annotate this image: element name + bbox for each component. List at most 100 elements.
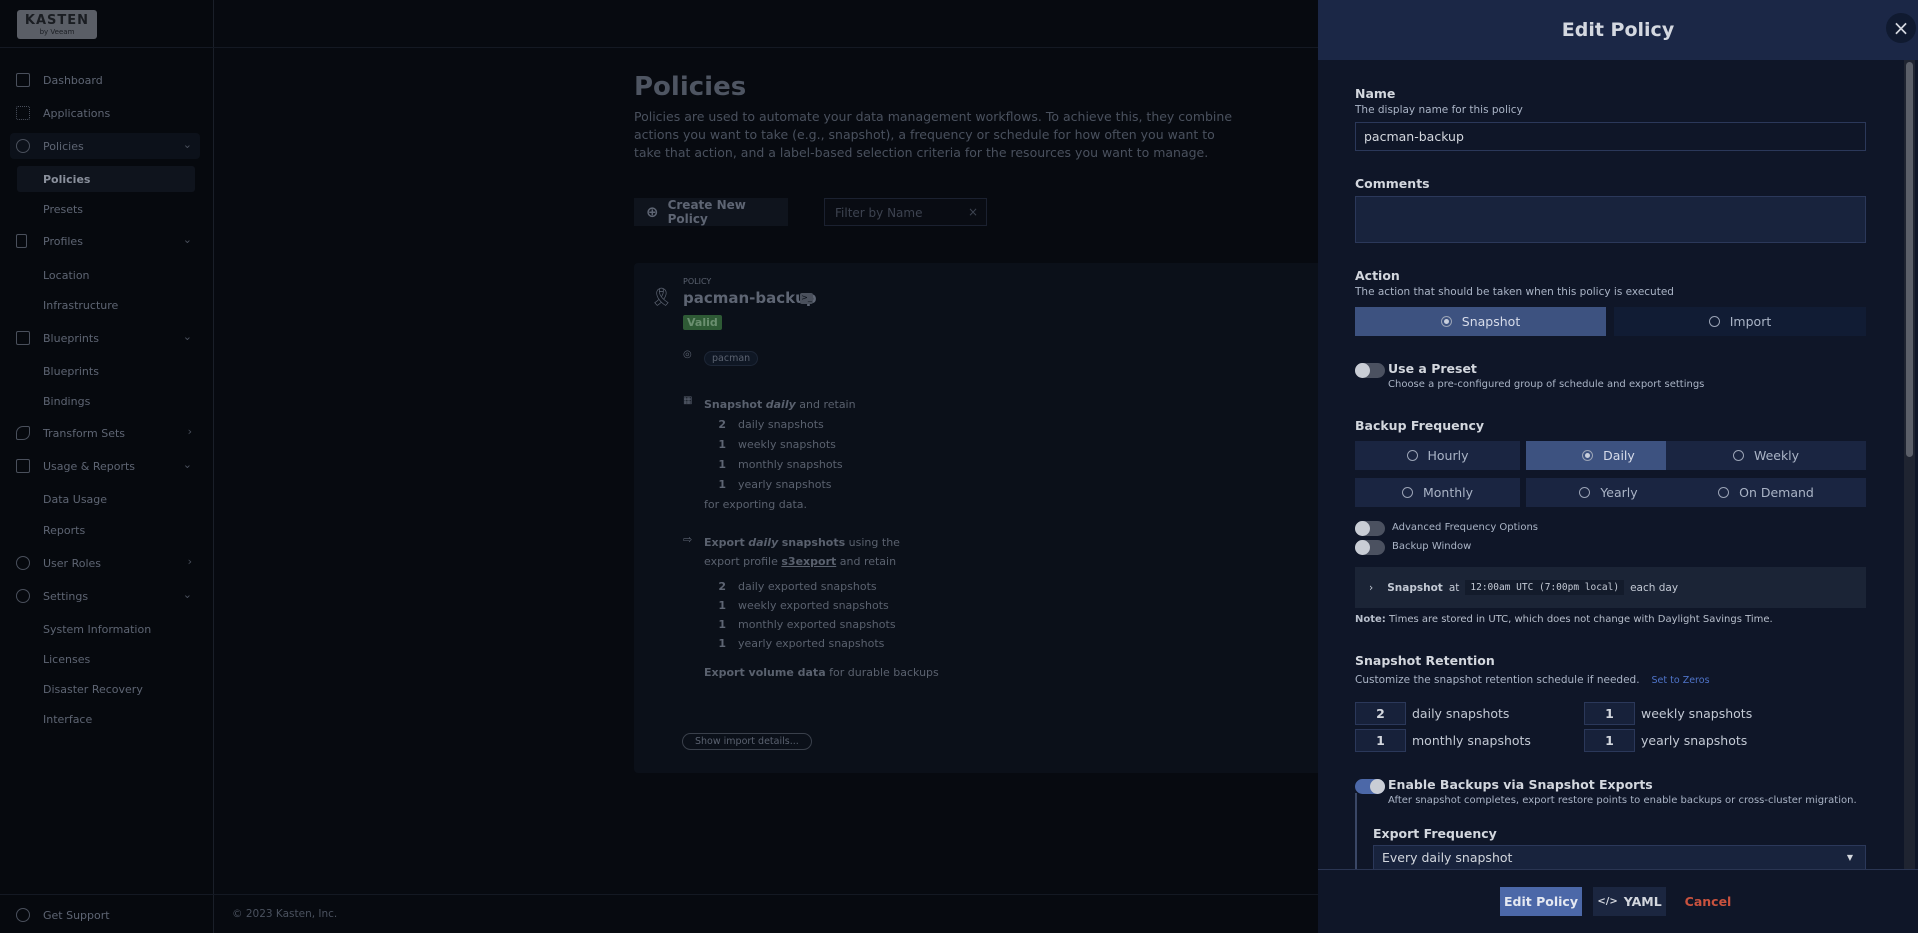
retention-row: 2 daily snapshots — [704, 415, 856, 435]
close-icon[interactable]: × — [1886, 13, 1916, 43]
radio-icon — [1579, 487, 1591, 498]
frequency-label: Daily — [1603, 448, 1635, 463]
sidebar-item-policies[interactable]: Policies ⌄ — [10, 133, 200, 159]
radio-icon — [1401, 487, 1413, 498]
map-icon — [16, 331, 30, 345]
action-snapshot[interactable]: Snapshot — [1355, 307, 1606, 336]
retention-count: 1 — [718, 599, 726, 612]
comments-textarea[interactable] — [1355, 196, 1866, 243]
schedule-each-day: each day — [1630, 581, 1679, 594]
bar-chart-icon — [16, 459, 30, 473]
retention-row: 1 monthly exported snapshots — [704, 615, 939, 634]
plus-circle-icon: ⊕ — [646, 203, 659, 221]
retention-label: monthly snapshots — [738, 458, 843, 471]
get-support-link[interactable]: Get Support — [10, 902, 200, 928]
backup-window-toggle[interactable] — [1355, 540, 1385, 555]
award-icon: 🎗 — [650, 287, 673, 308]
sidebar-item-blueprints[interactable]: Blueprints ⌄ — [10, 325, 200, 351]
sidebar-item-applications[interactable]: Applications — [10, 100, 200, 126]
preset-desc: Choose a pre-configured group of schedul… — [1388, 379, 1705, 390]
frequency-label: Weekly — [1753, 448, 1800, 463]
create-policy-button[interactable]: ⊕ Create New Policy — [634, 198, 788, 226]
retention-input[interactable]: 1 — [1355, 729, 1406, 752]
sidebar-subitem-blueprints[interactable]: Blueprints — [17, 358, 195, 384]
cancel-button[interactable]: Cancel — [1678, 887, 1738, 916]
name-label: Name — [1355, 86, 1396, 101]
sidebar-subitem-disaster-recovery[interactable]: Disaster Recovery — [17, 676, 195, 702]
filter-input[interactable]: Filter by Name × — [824, 198, 987, 226]
dashboard-icon — [16, 73, 30, 87]
yaml-button[interactable]: </> YAML — [1593, 887, 1666, 916]
sidebar-subitem-location[interactable]: Location — [17, 262, 195, 288]
retention-input-label: daily snapshots — [1412, 706, 1510, 721]
scrollbar-thumb[interactable] — [1906, 62, 1913, 457]
sidebar-subitem-reports[interactable]: Reports — [17, 517, 195, 543]
retention-label: yearly snapshots — [738, 478, 832, 491]
schedule-time: 12:00am UTC (7:00pm local) — [1465, 580, 1625, 595]
policy-card: 🎗 POLICY pacman-backup >_ Valid ◎ pacman… — [634, 263, 1318, 773]
sidebar-item-transform-sets[interactable]: Transform Sets › — [10, 420, 200, 446]
name-input[interactable]: pacman-backup — [1355, 122, 1866, 151]
sidebar-subitem-licenses[interactable]: Licenses — [17, 646, 195, 672]
calendar-icon: ▦ — [683, 395, 693, 406]
drawer-title: Edit Policy — [1318, 0, 1918, 60]
retention-input[interactable]: 1 — [1584, 729, 1635, 752]
retention-count: 1 — [718, 478, 726, 491]
schedule-summary[interactable]: › Snapshot at 12:00am UTC (7:00pm local) … — [1355, 567, 1866, 608]
export-frequency: daily — [748, 536, 779, 549]
export-frequency-select[interactable]: Every daily snapshot ▼ — [1373, 845, 1866, 869]
frequency-option-hourly[interactable]: Hourly — [1355, 441, 1520, 470]
retention-row: 1 weekly snapshots — [704, 435, 856, 455]
sidebar-item-dashboard[interactable]: Dashboard — [10, 67, 200, 93]
sidebar-subitem-system-information[interactable]: System Information — [17, 616, 195, 642]
frequency-option-weekly[interactable]: Weekly — [1666, 441, 1866, 470]
snapshot-frequency: daily — [765, 398, 796, 411]
clear-icon[interactable]: × — [968, 205, 978, 219]
use-preset-toggle[interactable] — [1355, 363, 1385, 378]
sidebar-subitem-presets[interactable]: Presets — [17, 196, 195, 222]
frequency-option-on-demand[interactable]: On Demand — [1666, 478, 1866, 507]
radio-icon — [1732, 450, 1744, 461]
kasten-logo[interactable]: KASTEN by Veeam — [17, 10, 97, 39]
export-profile-link[interactable]: s3export — [781, 555, 836, 568]
enable-exports-toggle[interactable] — [1355, 779, 1385, 794]
retention-count: 1 — [718, 438, 726, 451]
edit-policy-button[interactable]: Edit Policy — [1500, 887, 1582, 916]
frequency-option-monthly[interactable]: Monthly — [1355, 478, 1520, 507]
set-to-zeros-link[interactable]: Set to Zeros — [1652, 675, 1710, 686]
retention-row: 2 daily exported snapshots — [704, 577, 939, 596]
preset-label: Use a Preset — [1388, 361, 1477, 376]
retention-input[interactable]: 2 — [1355, 702, 1406, 725]
name-desc: The display name for this policy — [1355, 104, 1523, 116]
sidebar-subitem-bindings[interactable]: Bindings — [17, 388, 195, 414]
action-import[interactable]: Import — [1614, 307, 1866, 336]
sidebar-subitem-infrastructure[interactable]: Infrastructure — [17, 292, 195, 318]
frequency-label: On Demand — [1739, 485, 1814, 500]
retention-label: weekly exported snapshots — [738, 599, 889, 612]
snapshots-word: snapshots — [781, 536, 846, 549]
terminal-icon[interactable]: >_ — [800, 293, 813, 304]
export-section-bar — [1355, 793, 1357, 869]
sidebar-subitem-interface[interactable]: Interface — [17, 706, 195, 732]
sidebar-item-usage-reports[interactable]: Usage & Reports ⌄ — [10, 453, 200, 479]
sidebar-item-user-roles[interactable]: User Roles › — [10, 550, 200, 576]
sidebar-subitem-policies[interactable]: Policies — [17, 166, 195, 192]
retention-input[interactable]: 1 — [1584, 702, 1635, 725]
sidebar-subitem-data-usage[interactable]: Data Usage — [17, 486, 195, 512]
advanced-frequency-toggle[interactable] — [1355, 521, 1385, 536]
policy-name[interactable]: pacman-backup — [683, 289, 817, 307]
users-icon — [16, 556, 30, 570]
chevron-right-icon: › — [187, 425, 192, 438]
chevron-down-icon: ⌄ — [182, 330, 192, 343]
note-label: Note: — [1355, 614, 1386, 625]
retain-text: and retain — [799, 398, 856, 411]
backup-window-label: Backup Window — [1392, 541, 1472, 552]
scrollbar[interactable] — [1904, 60, 1915, 869]
grid-icon — [16, 106, 30, 120]
sidebar-item-profiles[interactable]: Profiles ⌄ — [10, 228, 200, 254]
footer-divider — [0, 894, 1318, 895]
show-import-details-button[interactable]: Show import details... — [682, 733, 812, 750]
sidebar-item-settings[interactable]: Settings ⌄ — [10, 583, 200, 609]
durable-text: for durable backups — [829, 666, 939, 679]
frequency-label: Monthly — [1422, 485, 1474, 500]
